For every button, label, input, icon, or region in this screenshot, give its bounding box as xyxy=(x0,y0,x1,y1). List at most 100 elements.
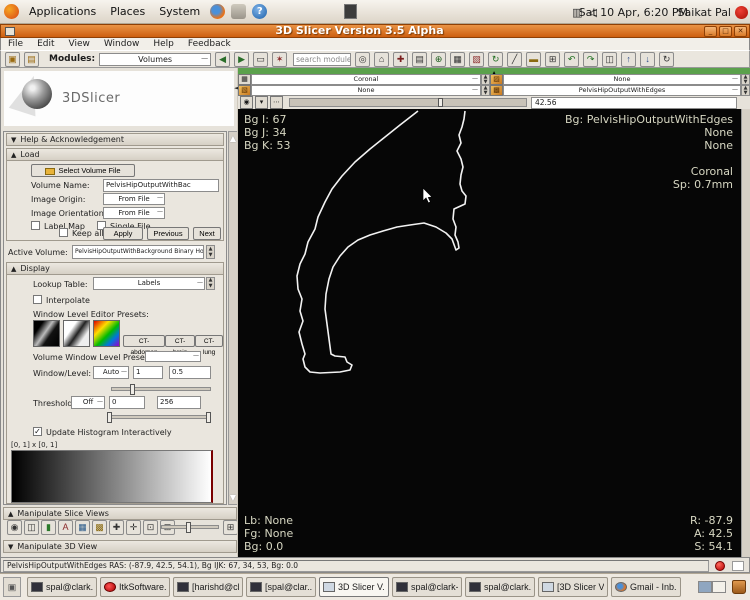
foreground-select[interactable]: None xyxy=(503,74,741,85)
colors-icon[interactable]: ⊞ xyxy=(545,51,561,67)
module-search-input[interactable] xyxy=(293,52,352,66)
active-volume-select[interactable]: PelvisHipOutputWithBackground Binary Hol… xyxy=(72,245,204,259)
display-header[interactable]: ▲ Display xyxy=(6,262,224,275)
load-header[interactable]: ▲ Load xyxy=(6,148,224,161)
menu-item[interactable]: Help xyxy=(153,39,174,49)
lookup-table-select[interactable]: Labels xyxy=(93,277,205,290)
threshold-slider[interactable] xyxy=(107,412,211,423)
preset-thumbnail-ct[interactable] xyxy=(33,320,60,347)
manipulate-3d-view-header[interactable]: ▼ Manipulate 3D View xyxy=(3,540,237,553)
workspace-2[interactable] xyxy=(712,581,726,593)
ct-preset-button[interactable]: CT-abdomen xyxy=(123,335,166,356)
manipulate-slice-views-header[interactable]: ▲ Manipulate Slice Views xyxy=(3,507,237,520)
update-histogram-checkbox[interactable]: ✓ xyxy=(33,427,42,436)
label-select[interactable]: None xyxy=(251,85,481,96)
image-orientation-select[interactable]: From File xyxy=(103,207,165,219)
workspace-switcher[interactable] xyxy=(698,581,726,593)
menu-item[interactable]: Window xyxy=(104,39,140,49)
preset-thumbnail-inverted[interactable] xyxy=(63,320,90,347)
threshold-high-input[interactable]: 256 xyxy=(157,396,201,409)
task-spal-clark-2[interactable]: [spal@clar... xyxy=(246,577,316,597)
image-origin-select[interactable]: From File xyxy=(103,193,165,205)
pin-down-icon[interactable]: ↓ xyxy=(640,51,656,67)
menu-item[interactable]: Feedback xyxy=(188,39,231,49)
slice-tool-icon[interactable]: ╱ xyxy=(507,51,523,67)
keep-all-checkbox[interactable] xyxy=(59,228,68,237)
ubuntu-logo-icon[interactable] xyxy=(4,4,19,19)
find-modules-icon[interactable]: ◎ xyxy=(355,51,371,67)
label-spinner[interactable]: ▲ ▼ xyxy=(481,85,490,96)
task-harishd[interactable]: [harishd@cl... xyxy=(173,577,243,597)
histogram-canvas[interactable] xyxy=(11,450,213,503)
module-next-button[interactable]: ▶ xyxy=(234,51,250,67)
data-icon[interactable]: ▤ xyxy=(412,51,428,67)
crosshair-icon[interactable]: ⊕ xyxy=(431,51,447,67)
undo-icon[interactable]: ↶ xyxy=(564,51,580,67)
volume-name-input[interactable]: PelvisHipOutputWithBac xyxy=(103,179,219,192)
mail-launcher-icon[interactable] xyxy=(231,4,247,19)
field-of-view-slider[interactable] xyxy=(161,522,219,533)
user-name[interactable]: Saikat Pal xyxy=(678,6,731,19)
threshold-low-input[interactable]: 0 xyxy=(109,396,145,409)
menu-system[interactable]: System xyxy=(152,5,207,18)
task-spal-clark-1[interactable]: spal@clark... xyxy=(27,577,97,597)
label-layer-icon[interactable]: ▧ xyxy=(238,85,251,96)
options-dots-icon[interactable]: ⋯ xyxy=(270,96,283,109)
crosshair-mode-icon[interactable]: ✚ xyxy=(109,520,124,535)
volume-wl-presets-select[interactable] xyxy=(145,351,201,362)
trash-icon[interactable] xyxy=(732,580,746,594)
load-scene-button[interactable]: ▣ xyxy=(5,51,20,67)
scroll-down-icon[interactable]: ▼ xyxy=(229,493,237,502)
label-outline-icon[interactable]: ▩ xyxy=(92,520,107,535)
slice-link-icon[interactable]: ▦ xyxy=(238,74,251,85)
threshold-slider-high-handle[interactable] xyxy=(206,412,211,423)
threshold-slider-low-handle[interactable] xyxy=(107,412,112,423)
slice-visibility-eye-icon[interactable]: ◉ xyxy=(240,96,253,109)
label-opacity-icon[interactable]: ▮ xyxy=(41,520,56,535)
chevron-down-icon[interactable]: ▾ xyxy=(255,96,268,109)
ct-preset-button[interactable]: CT-brain xyxy=(165,335,196,356)
power-icon[interactable] xyxy=(735,5,748,19)
screen-capture-icon[interactable]: ↻ xyxy=(659,51,675,67)
module-select[interactable]: Volumes xyxy=(99,52,212,66)
task-spal-clark-3[interactable]: spal@clark-... xyxy=(392,577,462,597)
module-prev-button[interactable]: ◀ xyxy=(215,51,231,67)
slice-offset-slider-handle[interactable] xyxy=(438,98,443,107)
next-button[interactable]: Next xyxy=(193,227,221,240)
level-input[interactable]: 0.5 xyxy=(169,366,211,379)
lightbox-icon[interactable]: ⊡ xyxy=(143,520,158,535)
annotation-icon[interactable]: A xyxy=(58,520,73,535)
fit-to-window-icon[interactable]: ◫ xyxy=(24,520,39,535)
task-gmail[interactable]: Gmail - Inb... xyxy=(611,577,681,597)
error-log-button[interactable] xyxy=(715,561,725,571)
slice-more-options-button[interactable]: ⊞ xyxy=(223,520,238,535)
measurements-icon[interactable]: ▬ xyxy=(526,51,542,67)
slice-view-canvas[interactable]: Bg I: 67 Bg J: 34 Bg K: 53 Bg: PelvisHipOu… xyxy=(238,109,741,557)
workspace-1[interactable] xyxy=(698,581,712,593)
slice-offset-slider[interactable] xyxy=(289,98,527,107)
fiducials-icon[interactable]: ✚ xyxy=(393,51,409,67)
task-spal-clark-4[interactable]: spal@clark... xyxy=(465,577,535,597)
menu-item[interactable]: View xyxy=(69,39,90,49)
show-desktop-button[interactable]: ▣ xyxy=(3,577,21,597)
extensions-button[interactable]: ✶ xyxy=(272,51,288,67)
transforms-icon[interactable]: ↻ xyxy=(488,51,504,67)
task-itksoftware[interactable]: ItkSoftware... xyxy=(100,577,170,597)
minimize-button[interactable]: _ xyxy=(704,25,717,37)
preset-thumbnail-rainbow[interactable] xyxy=(93,320,120,347)
background-spinner[interactable]: ▲ ▼ xyxy=(741,85,750,96)
window-input[interactable]: 1 xyxy=(133,366,163,379)
task-3d-slicer-2[interactable]: [3D Slicer V... xyxy=(538,577,608,597)
compositing-icon[interactable]: ▦ xyxy=(75,520,90,535)
foreground-spinner[interactable]: ▲ ▼ xyxy=(741,74,750,85)
background-layer-icon[interactable]: ▩ xyxy=(490,85,503,96)
pan-icon[interactable]: ✛ xyxy=(126,520,141,535)
window-titlebar[interactable]: 3D Slicer Version 3.5 Alpha _ □ ✕ xyxy=(0,24,750,38)
menu-item[interactable]: Edit xyxy=(37,39,54,49)
clock[interactable]: Sat 10 Apr, 6:20 PM xyxy=(579,0,688,24)
notification-window-icon[interactable] xyxy=(344,4,357,19)
help-acknowledgement-header[interactable]: ▼ Help & Acknowledgement xyxy=(6,133,224,146)
menu-places[interactable]: Places xyxy=(103,5,152,18)
previous-button[interactable]: Previous xyxy=(147,227,189,240)
window-level-slider-handle[interactable] xyxy=(130,384,135,395)
